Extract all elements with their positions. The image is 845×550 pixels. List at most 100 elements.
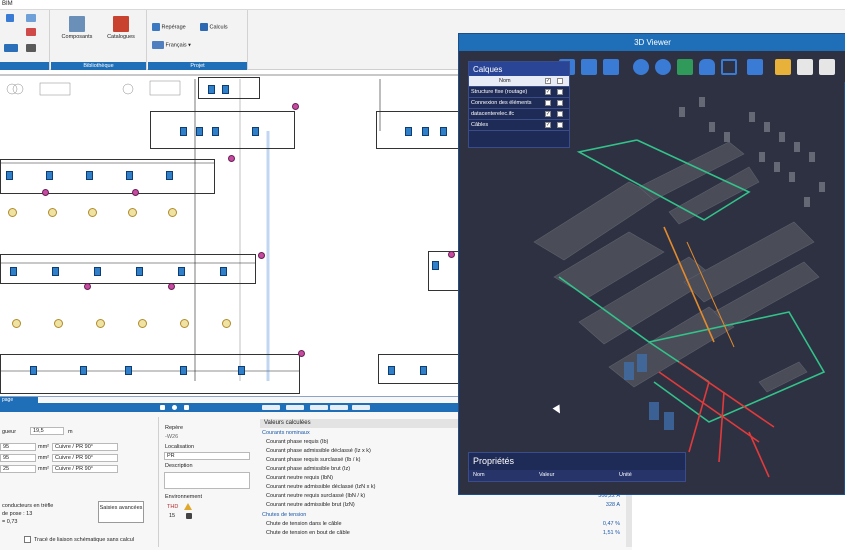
layer-checkbox[interactable]: ✓ [545, 122, 551, 128]
breaker-symbol[interactable] [86, 171, 93, 180]
layer-checkbox[interactable]: ✓ [545, 111, 551, 117]
breaker-symbol[interactable] [46, 171, 53, 180]
breaker-symbol[interactable] [126, 171, 133, 180]
connection-marker[interactable] [448, 251, 455, 258]
eye-off-icon[interactable] [655, 59, 671, 75]
length-input[interactable]: 19,5 [30, 427, 64, 435]
breaker-symbol[interactable] [94, 267, 101, 276]
schematic-canvas[interactable] [0, 71, 460, 396]
layer-row[interactable]: Structure fixe (routage) ✓ [469, 87, 569, 98]
breaker-symbol[interactable] [180, 127, 187, 136]
layer-visible-checkbox[interactable] [557, 89, 563, 95]
breaker-symbol[interactable] [252, 127, 259, 136]
view-toggle-icon[interactable] [286, 405, 304, 410]
breaker-symbol[interactable] [388, 366, 395, 375]
layer-visible-checkbox[interactable] [557, 111, 563, 117]
breaker-symbol[interactable] [222, 85, 229, 94]
breaker-symbol[interactable] [125, 366, 132, 375]
settings-sliders-icon[interactable] [747, 59, 763, 75]
breaker-symbol[interactable] [52, 267, 59, 276]
switchboard-panel[interactable] [150, 111, 295, 149]
load-symbol[interactable] [12, 319, 21, 328]
distribution-panel[interactable] [0, 354, 300, 394]
layout-icon[interactable] [26, 44, 36, 52]
close-icon[interactable] [184, 405, 189, 410]
layer-checkbox[interactable]: ✓ [545, 89, 551, 95]
table-icon[interactable] [26, 14, 36, 22]
layer-all-checkbox[interactable]: ✓ [545, 78, 551, 84]
section-input[interactable]: 25 [0, 465, 36, 473]
breaker-symbol[interactable] [30, 366, 37, 375]
breaker-symbol[interactable] [440, 127, 447, 136]
breaker-symbol[interactable] [178, 267, 185, 276]
edit-icon[interactable] [160, 405, 165, 410]
description-input[interactable] [164, 472, 250, 489]
language-dropdown[interactable]: Français ▾ [152, 41, 191, 49]
breaker-symbol[interactable] [196, 127, 203, 136]
layer-all-visible-checkbox[interactable] [557, 78, 563, 84]
localisation-input[interactable]: PR [164, 452, 250, 460]
menu-tab-bim[interactable]: BIM [2, 1, 13, 7]
connection-marker[interactable] [42, 189, 49, 196]
catalogues-button[interactable]: Catalogues [103, 16, 139, 40]
calculs-button[interactable]: Calculs [200, 23, 228, 31]
layer-row[interactable]: Câbles ✓ [469, 120, 569, 131]
layer-row[interactable]: Connexion des éléments [469, 98, 569, 109]
cube-icon[interactable] [677, 59, 693, 75]
view-toggle-icon[interactable] [330, 405, 348, 410]
breaker-symbol[interactable] [405, 127, 412, 136]
material-field[interactable]: Cuivre / PR 90° [52, 443, 118, 451]
export-icon[interactable] [819, 59, 835, 75]
distribution-panel[interactable] [0, 254, 256, 284]
connection-marker[interactable] [168, 283, 175, 290]
view-toggle-icon[interactable] [310, 405, 328, 410]
connection-marker[interactable] [228, 155, 235, 162]
printer-icon[interactable] [4, 44, 18, 52]
breaker-symbol[interactable] [166, 171, 173, 180]
connection-marker[interactable] [292, 103, 299, 110]
breaker-symbol[interactable] [180, 366, 187, 375]
advanced-input-button[interactable]: Saisies avancées [98, 501, 144, 523]
composants-button[interactable]: Composants [59, 16, 95, 40]
load-symbol[interactable] [222, 319, 231, 328]
section-input[interactable]: 95 [0, 443, 36, 451]
load-symbol[interactable] [138, 319, 147, 328]
breaker-symbol[interactable] [10, 267, 17, 276]
layers-icon[interactable] [603, 59, 619, 75]
layer-checkbox[interactable] [545, 100, 551, 106]
distribution-panel[interactable] [0, 159, 215, 194]
fit-view-icon[interactable] [721, 59, 737, 75]
breaker-symbol[interactable] [212, 127, 219, 136]
load-symbol[interactable] [48, 208, 57, 217]
layer-visible-checkbox[interactable] [557, 100, 563, 106]
breaker-symbol[interactable] [238, 366, 245, 375]
list-icon[interactable] [26, 28, 36, 36]
image-icon[interactable] [797, 59, 813, 75]
connection-marker[interactable] [298, 350, 305, 357]
connection-marker[interactable] [84, 283, 91, 290]
location-icon[interactable] [172, 405, 177, 410]
trace-checkbox[interactable] [24, 536, 31, 543]
reperage-button[interactable]: Repérage [152, 23, 186, 31]
section-input[interactable]: 95 [0, 454, 36, 462]
load-symbol[interactable] [128, 208, 137, 217]
breaker-symbol[interactable] [80, 366, 87, 375]
connection-marker[interactable] [258, 252, 265, 259]
load-symbol[interactable] [168, 208, 177, 217]
switchboard-panel[interactable] [376, 111, 460, 149]
view-toggle-icon[interactable] [352, 405, 370, 410]
load-symbol[interactable] [88, 208, 97, 217]
breaker-symbol[interactable] [432, 261, 439, 270]
breaker-symbol[interactable] [208, 85, 215, 94]
material-field[interactable]: Cuivre / PR 90° [52, 454, 118, 462]
load-symbol[interactable] [8, 208, 17, 217]
breaker-symbol[interactable] [220, 267, 227, 276]
home-icon[interactable] [581, 59, 597, 75]
grid-icon[interactable] [6, 14, 14, 22]
load-symbol[interactable] [54, 319, 63, 328]
layer-row[interactable]: datacenterelec.ifc ✓ [469, 109, 569, 120]
view-toggle-icon[interactable] [262, 405, 280, 410]
load-symbol[interactable] [96, 319, 105, 328]
breaker-symbol[interactable] [136, 267, 143, 276]
ghost-icon[interactable] [699, 59, 715, 75]
